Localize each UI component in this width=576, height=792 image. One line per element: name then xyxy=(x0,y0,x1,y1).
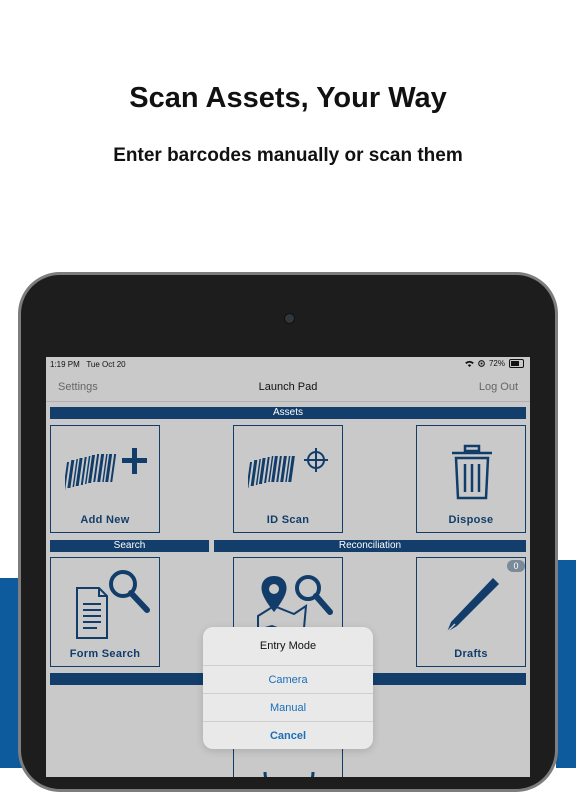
camera-option[interactable]: Camera xyxy=(203,665,373,694)
manual-option[interactable]: Manual xyxy=(203,693,373,722)
wifi-icon xyxy=(465,360,474,367)
promo-headline: Scan Assets, Your Way xyxy=(129,82,447,114)
entry-mode-title: Entry Mode xyxy=(259,640,317,652)
drafts-tile[interactable]: 0 Drafts xyxy=(416,557,526,667)
section-header-search: Search xyxy=(50,540,209,552)
navigation-bar: Settings Launch Pad Log Out xyxy=(46,373,530,402)
barcode-add-icon xyxy=(65,448,147,490)
status-indicators: 72% xyxy=(465,359,524,368)
front-camera-icon xyxy=(284,313,295,324)
promo-subheadline: Enter barcodes manually or scan them xyxy=(113,145,463,166)
add-new-label: Add New xyxy=(80,514,130,526)
status-date-value: Tue Oct 20 xyxy=(86,360,126,369)
form-search-tile[interactable]: Form Search xyxy=(50,557,160,667)
section-header-assets: Assets xyxy=(50,407,526,419)
trash-icon xyxy=(452,444,492,500)
form-search-label: Form Search xyxy=(69,648,141,660)
form-search-icon xyxy=(76,570,150,639)
status-time-value: 1:19 PM xyxy=(50,360,80,369)
page-title: Launch Pad xyxy=(258,381,318,393)
section-header-reconciliation: Reconciliation xyxy=(214,540,526,552)
barcode-target-icon xyxy=(248,448,328,488)
logout-button[interactable]: Log Out xyxy=(479,381,518,393)
background-band-right xyxy=(556,560,576,768)
id-scan-label: ID Scan xyxy=(266,514,310,526)
battery-icon xyxy=(509,359,524,368)
drafts-label: Drafts xyxy=(454,648,488,660)
add-new-tile[interactable]: Add New xyxy=(50,425,160,533)
cancel-option[interactable]: Cancel xyxy=(203,721,373,749)
status-bar: 1:19 PM Tue Oct 20 72% xyxy=(46,357,530,373)
status-time: 1:19 PM Tue Oct 20 xyxy=(50,360,126,369)
dispose-tile[interactable]: Dispose xyxy=(416,425,526,533)
battery-percent: 72% xyxy=(488,359,505,368)
pen-icon xyxy=(446,578,499,633)
id-scan-tile[interactable]: ID Scan xyxy=(233,425,343,533)
drafts-count-badge: 0 xyxy=(507,560,525,572)
drafts-count: 0 xyxy=(513,561,519,571)
map-search-icon xyxy=(257,575,333,632)
orientation-lock-icon xyxy=(478,360,485,367)
dispose-label: Dispose xyxy=(448,514,494,526)
entry-mode-sheet: Entry Mode Camera Manual Cancel xyxy=(203,627,373,749)
